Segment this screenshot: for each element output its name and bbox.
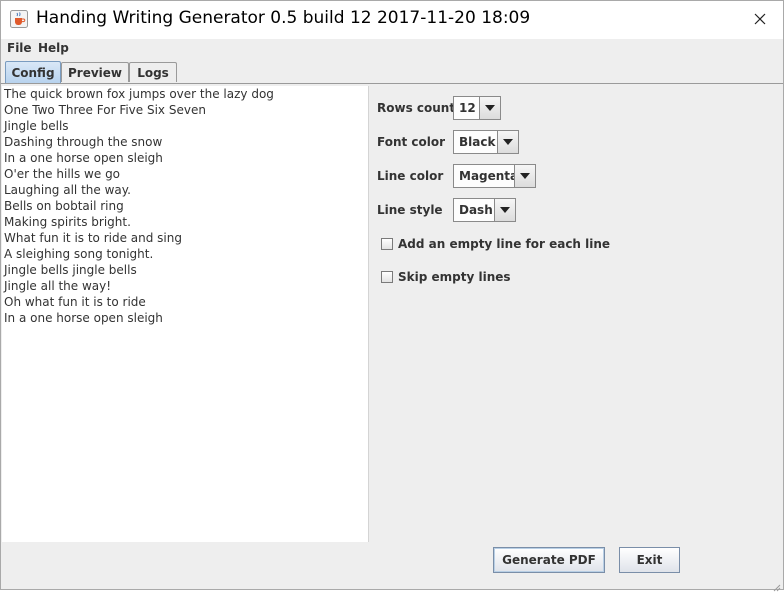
chevron-down-icon[interactable]	[494, 199, 515, 221]
text-line: Jingle bells	[4, 119, 69, 133]
line-color-select[interactable]: Magenta	[453, 164, 536, 188]
empty-line-each-checkbox[interactable]	[381, 238, 393, 250]
menu-file[interactable]: File	[7, 41, 32, 55]
chevron-down-icon[interactable]	[497, 131, 518, 153]
text-line: Bells on bobtail ring	[4, 199, 124, 213]
rows-count-select[interactable]: 12	[453, 96, 501, 120]
text-line: Jingle all the way!	[4, 279, 112, 293]
text-line: Dashing through the snow	[4, 135, 163, 149]
font-color-label: Font color	[377, 135, 446, 149]
chevron-down-icon[interactable]	[479, 97, 500, 119]
skip-empty-checkbox[interactable]	[381, 271, 393, 283]
resize-grip-icon[interactable]	[771, 577, 781, 592]
app-window: Handing Writing Generator 0.5 build 12 2…	[0, 0, 784, 592]
menu-bar: File Help	[1, 39, 783, 59]
line-color-label: Line color	[377, 169, 444, 183]
java-coffee-icon	[10, 10, 28, 28]
menu-help[interactable]: Help	[38, 41, 69, 55]
exit-button[interactable]: Exit	[619, 547, 680, 573]
rows-count-value: 12	[459, 101, 476, 115]
title-bar[interactable]: Handing Writing Generator 0.5 build 12 2…	[1, 1, 783, 39]
rows-count-label: Rows count	[377, 101, 456, 115]
close-icon	[754, 10, 766, 29]
text-line: Jingle bells jingle bells	[4, 263, 137, 277]
line-style-label: Line style	[377, 203, 443, 217]
text-line: Making spirits bright.	[4, 215, 131, 229]
tab-panel-border	[1, 83, 783, 84]
tab-config[interactable]: Config	[5, 61, 61, 83]
window-title: Handing Writing Generator 0.5 build 12 2…	[36, 8, 531, 28]
chevron-down-icon[interactable]	[514, 165, 535, 187]
generate-pdf-button[interactable]: Generate PDF	[493, 547, 605, 573]
text-line: O'er the hills we go	[4, 167, 121, 181]
line-style-select[interactable]: Dash	[453, 198, 516, 222]
text-input-area[interactable]: The quick brown fox jumps over the lazy …	[2, 86, 369, 542]
font-color-value: Black	[459, 135, 496, 149]
tab-logs[interactable]: Logs	[129, 62, 177, 82]
text-line: In a one horse open sleigh	[4, 151, 163, 165]
empty-line-each-option[interactable]: Add an empty line for each line	[381, 236, 610, 252]
text-line: In a one horse open sleigh	[4, 311, 163, 325]
text-line: Laughing all the way.	[4, 183, 131, 197]
text-line: The quick brown fox jumps over the lazy …	[4, 87, 274, 101]
text-line: A sleighing song tonight.	[4, 247, 154, 261]
line-style-value: Dash	[459, 203, 493, 217]
skip-empty-label: Skip empty lines	[398, 270, 511, 284]
font-color-select[interactable]: Black	[453, 130, 519, 154]
tab-preview[interactable]: Preview	[61, 62, 129, 82]
line-color-value: Magenta	[459, 169, 519, 183]
close-button[interactable]	[737, 1, 783, 37]
text-line: What fun it is to ride and sing	[4, 231, 182, 245]
skip-empty-option[interactable]: Skip empty lines	[381, 269, 511, 285]
text-line: Oh what fun it is to ride	[4, 295, 146, 309]
text-line: One Two Three For Five Six Seven	[4, 103, 206, 117]
empty-line-each-label: Add an empty line for each line	[398, 237, 611, 251]
